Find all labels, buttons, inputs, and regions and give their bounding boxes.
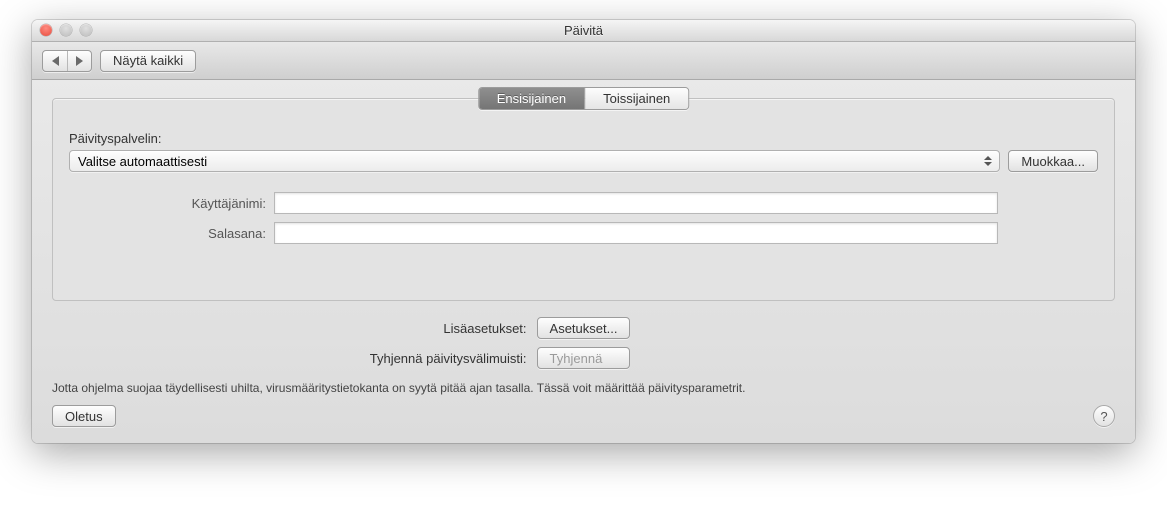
update-server-label: Päivityspalvelin:	[69, 131, 1098, 146]
chevron-right-icon	[76, 56, 83, 66]
traffic-lights	[40, 24, 92, 36]
content: Ensisijainen Toissijainen Päivityspalvel…	[32, 80, 1135, 443]
window: Päivitä Näytä kaikki Ensisijainen Toissi…	[32, 20, 1135, 443]
tab-primary[interactable]: Ensisijainen	[479, 88, 584, 109]
server-select[interactable]: Valitse automaattisesti	[69, 150, 1000, 172]
forward-button[interactable]	[67, 51, 91, 71]
show-all-button[interactable]: Näytä kaikki	[100, 50, 196, 72]
password-field[interactable]	[274, 222, 998, 244]
server-row: Valitse automaattisesti Muokkaa...	[69, 150, 1098, 172]
hint-text: Jotta ohjelma suojaa täydellisesti uhilt…	[52, 381, 1115, 395]
edit-server-button[interactable]: Muokkaa...	[1008, 150, 1098, 172]
username-label: Käyttäjänimi:	[69, 196, 274, 211]
toolbar: Näytä kaikki	[32, 42, 1135, 80]
default-button[interactable]: Oletus	[52, 405, 116, 427]
tab-secondary[interactable]: Toissijainen	[584, 88, 688, 109]
back-button[interactable]	[43, 51, 67, 71]
close-icon[interactable]	[40, 24, 52, 36]
select-arrows-icon	[981, 156, 995, 166]
titlebar: Päivitä	[32, 20, 1135, 42]
help-button[interactable]: ?	[1093, 405, 1115, 427]
clear-cache-label: Tyhjennä päivitysvälimuisti:	[52, 351, 527, 366]
chevron-left-icon	[52, 56, 59, 66]
advanced-label: Lisäasetukset:	[52, 321, 527, 336]
nav-segment	[42, 50, 92, 72]
zoom-icon[interactable]	[80, 24, 92, 36]
server-selected-value: Valitse automaattisesti	[78, 154, 207, 169]
advanced-button[interactable]: Asetukset...	[537, 317, 631, 339]
actions-grid: Lisäasetukset: Asetukset... Tyhjennä päi…	[52, 317, 1115, 369]
bottom-bar: Oletus ?	[52, 405, 1115, 427]
password-label: Salasana:	[69, 226, 274, 241]
settings-group: Ensisijainen Toissijainen Päivityspalvel…	[52, 98, 1115, 301]
credentials-grid: Käyttäjänimi: Salasana:	[69, 192, 1098, 244]
minimize-icon[interactable]	[60, 24, 72, 36]
clear-cache-button[interactable]: Tyhjennä	[537, 347, 631, 369]
window-title: Päivitä	[564, 23, 603, 38]
tabs: Ensisijainen Toissijainen	[478, 87, 690, 110]
username-field[interactable]	[274, 192, 998, 214]
